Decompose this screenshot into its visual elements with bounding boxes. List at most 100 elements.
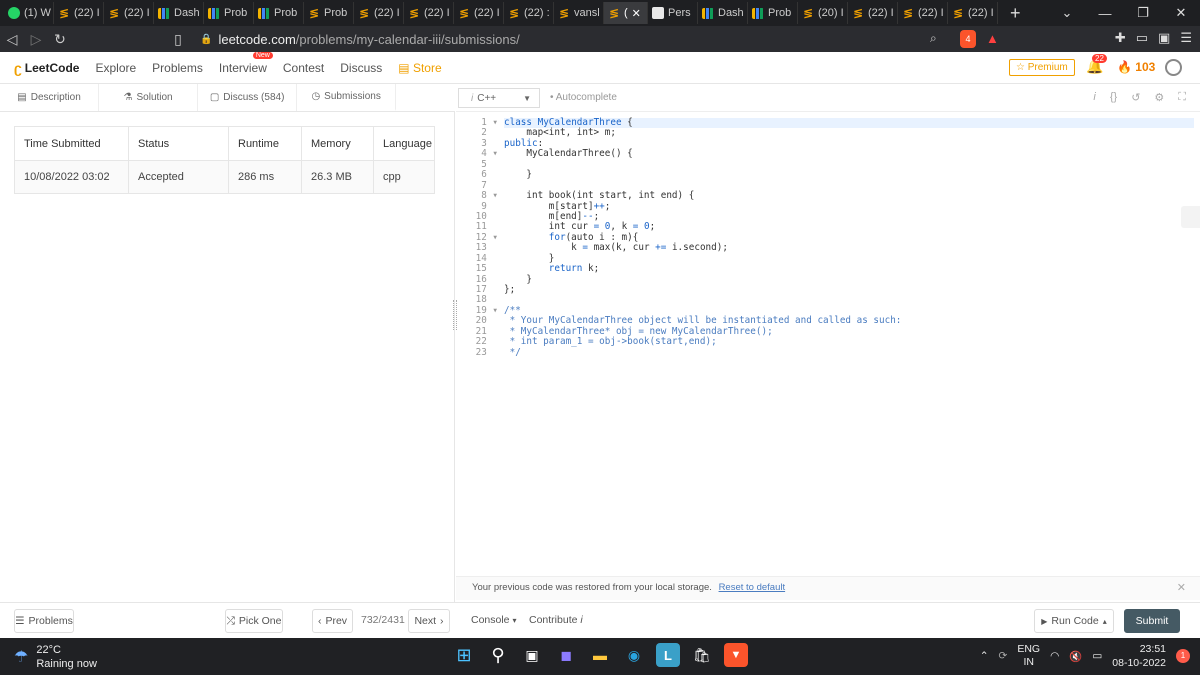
start-icon[interactable]: ⊞ xyxy=(452,643,476,667)
code-editor[interactable]: 1 ▾ 2 3 4 ▾ 5 6 7 8 ▾ 9 10 11 12 ▾ 13 14 15 … xyxy=(456,112,1200,567)
close-tab-icon[interactable]: ✕ xyxy=(632,7,641,20)
notification-bell-icon[interactable]: 🔔 22 xyxy=(1086,54,1107,75)
close-notice-icon[interactable]: ✕ xyxy=(1177,577,1186,599)
cell-status-link[interactable]: Accepted xyxy=(128,160,229,194)
extensions-icon[interactable]: ✚ xyxy=(1115,30,1126,46)
forward-icon[interactable]: ▷ xyxy=(24,31,48,48)
browser-tab[interactable]: Dash xyxy=(698,2,748,24)
browser-tab[interactable]: ≶ Prob xyxy=(304,2,354,24)
tab-label: (22) : xyxy=(524,7,550,19)
l-app-icon[interactable]: L xyxy=(656,643,680,667)
nav-discuss[interactable]: Discuss xyxy=(340,61,382,75)
reload-icon[interactable]: ↻ xyxy=(48,31,72,48)
side-panel-toggle[interactable] xyxy=(1181,206,1200,228)
braces-icon[interactable]: {} xyxy=(1110,91,1117,104)
tab-solution[interactable]: ⚗ Solution xyxy=(99,84,199,111)
prev-button[interactable]: ‹ Prev xyxy=(312,609,353,633)
close-window-icon[interactable]: ✕ xyxy=(1162,5,1200,21)
language-select[interactable]: i C++ ▼ xyxy=(458,88,540,108)
tray-chevron-icon[interactable]: ⌃ xyxy=(980,650,989,662)
file-explorer-icon[interactable]: ▬ xyxy=(588,643,612,667)
zoom-icon[interactable]: ⌕ xyxy=(930,31,937,46)
browser-tab[interactable]: Prob xyxy=(204,2,254,24)
editor-toolbar: i C++ ▼ • Autocomplete i {} ↺ ⚙ ⛶ xyxy=(456,84,1200,112)
menu-icon[interactable]: ☰ xyxy=(1180,30,1192,46)
user-avatar-icon[interactable] xyxy=(1165,59,1182,76)
browser-tab[interactable]: ≶ (22) I xyxy=(898,2,948,24)
leetcode-logo[interactable]: ʗ LeetCode xyxy=(14,60,79,76)
sync-icon[interactable]: ⟳ xyxy=(999,650,1008,662)
nav-problems[interactable]: Problems xyxy=(152,61,203,75)
fullscreen-icon[interactable]: ⛶ xyxy=(1178,91,1186,104)
tab-discuss[interactable]: ▢ Discuss (584) xyxy=(198,84,298,111)
tab-label: (22) I xyxy=(918,7,944,19)
tab-submissions[interactable]: ◷ Submissions xyxy=(297,84,397,111)
url-field[interactable]: 🔒 leetcode.com /problems/my-calendar-iii… xyxy=(200,29,1010,49)
browser-tab[interactable]: Prob xyxy=(254,2,304,24)
task-view-icon[interactable]: ▣ xyxy=(520,643,544,667)
language-indicator[interactable]: ENG IN xyxy=(1017,643,1040,669)
battery-icon[interactable]: ▭ xyxy=(1092,650,1102,662)
browser-tab[interactable]: ≶ (22) I xyxy=(948,2,998,24)
notification-center-icon[interactable]: 1 xyxy=(1176,649,1190,663)
settings-icon[interactable]: ⚙ xyxy=(1154,91,1164,104)
browser-tab[interactable]: Dash xyxy=(154,2,204,24)
nav-contest[interactable]: Contest xyxy=(283,61,324,75)
browser-tab[interactable]: ≶ (22) : xyxy=(504,2,554,24)
wallet-icon[interactable]: ▣ xyxy=(1158,30,1170,46)
brave-browser-icon[interactable]: ▼ xyxy=(724,643,748,667)
problems-button[interactable]: ☰ Problems xyxy=(14,609,74,633)
col-runtime[interactable]: Runtime xyxy=(228,126,302,161)
nav-explore[interactable]: Explore xyxy=(95,61,136,75)
console-button[interactable]: Console ▾ xyxy=(471,614,516,626)
col-status[interactable]: Status xyxy=(128,126,229,161)
restore-icon[interactable]: ❐ xyxy=(1124,5,1162,21)
contribute-button[interactable]: Contribute i xyxy=(529,614,583,626)
reset-to-default-link[interactable]: Reset to default xyxy=(719,582,786,593)
volume-muted-icon[interactable]: 🔇 xyxy=(1069,650,1082,663)
autocomplete-toggle[interactable]: • Autocomplete xyxy=(550,92,617,103)
tab-label: (22) I xyxy=(74,7,100,19)
browser-tab[interactable]: ≶ (✕ xyxy=(604,2,648,24)
coins-counter[interactable]: 🔥 103 xyxy=(1117,60,1155,74)
browser-tab[interactable]: ≶ (22) I xyxy=(354,2,404,24)
nav-store[interactable]: ▤ Store xyxy=(398,61,441,75)
browser-tab[interactable]: ≶ (22) I xyxy=(54,2,104,24)
bookmark-icon[interactable]: ▯ xyxy=(166,31,190,48)
browser-tab[interactable]: ≶ (22) I xyxy=(848,2,898,24)
browser-tab[interactable]: Prob xyxy=(748,2,798,24)
submit-button[interactable]: Submit xyxy=(1124,609,1180,633)
wifi-icon[interactable]: ◠ xyxy=(1050,650,1059,662)
col-language[interactable]: Language xyxy=(373,126,435,161)
browser-tab[interactable]: ≶ (22) I xyxy=(454,2,504,24)
browser-tab[interactable]: ≶ vansl xyxy=(554,2,604,24)
weather-widget[interactable]: ☂ 22°C Raining now xyxy=(14,643,97,671)
minimize-icon[interactable]: — xyxy=(1086,6,1124,21)
brave-rewards-icon[interactable]: ▲ xyxy=(986,31,999,46)
browser-tab[interactable]: ≶ (22) I xyxy=(404,2,454,24)
reset-icon[interactable]: ↺ xyxy=(1131,91,1140,104)
search-icon[interactable]: ⚲ xyxy=(486,643,510,667)
clock[interactable]: 23:51 08-10-2022 xyxy=(1112,642,1166,670)
sidebar-icon[interactable]: ▭ xyxy=(1136,30,1148,46)
browser-tab[interactable]: ≶ (20) I xyxy=(798,2,848,24)
next-button[interactable]: Next › xyxy=(408,609,450,633)
run-code-button[interactable]: ▶ Run Code ▴ xyxy=(1034,609,1114,633)
store-app-icon[interactable]: 🛍 xyxy=(690,643,714,667)
col-time-submitted[interactable]: Time Submitted xyxy=(14,126,129,161)
chat-icon[interactable]: ◼ xyxy=(554,643,578,667)
browser-tab[interactable]: Pers xyxy=(648,2,698,24)
edge-icon[interactable]: ◉ xyxy=(622,643,646,667)
premium-button[interactable]: ☆ Premium xyxy=(1009,59,1075,76)
new-tab-icon[interactable]: + xyxy=(1010,3,1021,24)
back-icon[interactable]: ◁ xyxy=(0,31,24,48)
browser-tab[interactable]: ≶ (22) I xyxy=(104,2,154,24)
tab-description[interactable]: ▤ Description xyxy=(0,84,100,111)
brave-shields-icon[interactable]: 4 xyxy=(960,30,976,48)
pick-one-button[interactable]: ⤮ Pick One xyxy=(225,609,283,633)
nav-interview[interactable]: Interview New xyxy=(219,51,273,75)
editor-info-icon[interactable]: i xyxy=(1093,91,1095,104)
browser-tab[interactable]: (1) W xyxy=(4,2,54,24)
tab-search-icon[interactable]: ⌄ xyxy=(1048,5,1086,21)
col-memory[interactable]: Memory xyxy=(301,126,374,161)
